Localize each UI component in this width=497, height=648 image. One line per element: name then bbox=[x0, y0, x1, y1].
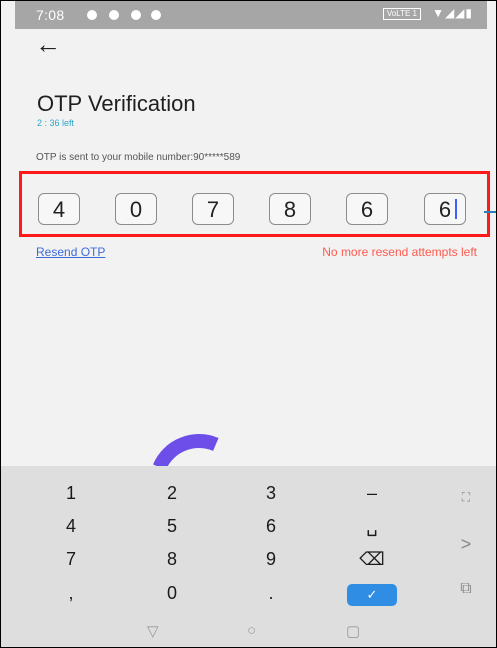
key-comma[interactable]: , bbox=[41, 578, 101, 608]
key-7[interactable]: 7 bbox=[41, 544, 101, 574]
otp-digit-5[interactable]: 6 bbox=[346, 193, 388, 225]
key-0[interactable]: 0 bbox=[142, 578, 202, 608]
otp-sent-message: OTP is sent to your mobile number:90****… bbox=[36, 152, 241, 163]
otp-digit-6-value: 6 bbox=[438, 197, 452, 222]
clipboard-icon[interactable]: ⧉ bbox=[446, 580, 486, 598]
otp-input-group: 4 0 7 8 6 6 bbox=[19, 171, 490, 237]
resize-keyboard-icon[interactable]: ⛶ bbox=[446, 490, 486, 505]
enter-key[interactable]: ✓ bbox=[347, 584, 397, 606]
key-dot[interactable]: . bbox=[241, 578, 301, 608]
key-4[interactable]: 4 bbox=[41, 511, 101, 541]
volte-badge: VoLTE 1 bbox=[382, 8, 421, 20]
edge-indicator bbox=[484, 211, 496, 213]
chat-icon bbox=[109, 10, 119, 20]
screen-frame: 7:08 VoLTE 1 ▼◢◢▮ ← OTP Verification 2 :… bbox=[0, 0, 497, 648]
recents-nav-icon[interactable]: ▢ bbox=[346, 622, 360, 640]
navigation-bar: ▽ ○ ▢ bbox=[1, 616, 496, 647]
status-bar: 7:08 VoLTE 1 ▼◢◢▮ bbox=[15, 1, 487, 29]
home-nav-icon[interactable]: ○ bbox=[247, 622, 256, 639]
text-cursor bbox=[455, 199, 457, 219]
back-arrow-icon[interactable]: ← bbox=[35, 31, 61, 57]
chevron-right-icon[interactable]: > bbox=[446, 534, 486, 555]
otp-digit-1[interactable]: 4 bbox=[38, 193, 80, 225]
otp-digit-6[interactable]: 6 bbox=[424, 193, 466, 225]
backspace-key[interactable]: ⌫ bbox=[342, 544, 402, 574]
signal-battery-icons: ▼◢◢▮ bbox=[432, 6, 473, 20]
otp-digit-3[interactable]: 7 bbox=[192, 193, 234, 225]
resend-limit-message: No more resend attempts left bbox=[322, 245, 477, 259]
app-icon bbox=[151, 10, 161, 20]
otp-digit-4[interactable]: 8 bbox=[269, 193, 311, 225]
back-nav-icon[interactable]: ▽ bbox=[147, 622, 159, 640]
key-2[interactable]: 2 bbox=[142, 478, 202, 508]
key-1[interactable]: 1 bbox=[41, 478, 101, 508]
otp-digit-2[interactable]: 0 bbox=[115, 193, 157, 225]
notification-icon bbox=[87, 10, 97, 20]
status-time: 7:08 bbox=[36, 7, 65, 23]
resend-otp-link[interactable]: Resend OTP bbox=[36, 245, 105, 259]
page-title: OTP Verification bbox=[37, 91, 196, 116]
key-3[interactable]: 3 bbox=[241, 478, 301, 508]
key-9[interactable]: 9 bbox=[241, 544, 301, 574]
key-space[interactable]: ␣ bbox=[342, 511, 402, 541]
key-6[interactable]: 6 bbox=[241, 511, 301, 541]
otp-timer: 2 : 36 left bbox=[37, 118, 75, 128]
sync-icon bbox=[131, 10, 141, 20]
key-8[interactable]: 8 bbox=[142, 544, 202, 574]
key-minus[interactable]: – bbox=[342, 478, 402, 508]
key-5[interactable]: 5 bbox=[142, 511, 202, 541]
